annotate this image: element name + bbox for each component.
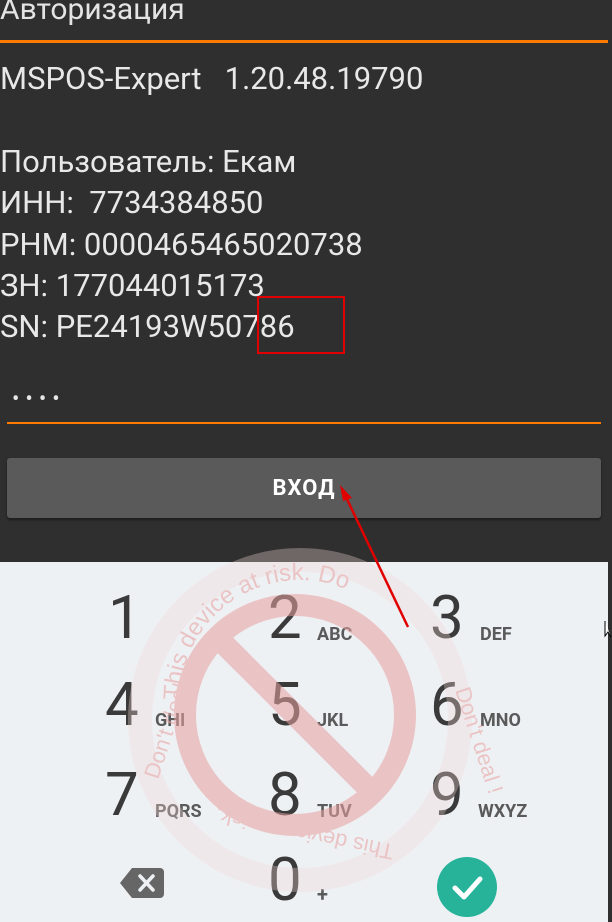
key-digit: 7 bbox=[105, 759, 139, 830]
key-digit: 0 bbox=[268, 844, 302, 915]
done-button[interactable] bbox=[430, 854, 506, 920]
key-letters: ABC bbox=[317, 624, 353, 645]
password-underline bbox=[7, 422, 601, 424]
checkmark-icon bbox=[437, 857, 497, 917]
key-6[interactable]: 6 MNO bbox=[390, 665, 560, 755]
key-letters: MNO bbox=[480, 710, 521, 731]
user-line: Пользователь: Екам bbox=[0, 143, 297, 180]
mouse-cursor-icon bbox=[604, 621, 612, 638]
key-letters: WXYZ bbox=[478, 801, 528, 822]
key-digit: 4 bbox=[105, 669, 139, 740]
version-line: MSPOS-Expert 1.20.48.19790 bbox=[0, 60, 424, 97]
key-digit: 5 bbox=[268, 669, 302, 740]
sn-highlight-box bbox=[257, 296, 345, 354]
inn-line: ИНН: 7734384850 bbox=[0, 184, 264, 221]
key-letters: JKL bbox=[317, 710, 349, 731]
key-4[interactable]: 4 GHI bbox=[60, 665, 220, 755]
key-7[interactable]: 7 PQRS bbox=[60, 757, 220, 847]
key-1[interactable]: 1 bbox=[60, 572, 220, 662]
key-digit: 2 bbox=[268, 582, 302, 653]
numeric-keypad: 1 2 ABC 3 DEF 4 GHI 5 JKL 6 MNO 7 PQRS 8… bbox=[0, 562, 608, 922]
key-letters: TUV bbox=[317, 801, 352, 822]
key-0[interactable]: 0 + bbox=[225, 850, 395, 922]
zn-line: ЗН: 177044015173 bbox=[0, 267, 265, 304]
sn-line: SN: PE24193W50786 bbox=[0, 308, 295, 345]
key-letters: DEF bbox=[480, 624, 512, 645]
rnm-line: РНМ: 0000465465020738 bbox=[0, 226, 363, 263]
key-digit: 8 bbox=[268, 759, 302, 830]
authorization-dialog: Авторизация MSPOS-Expert 1.20.48.19790 П… bbox=[0, 0, 612, 562]
dialog-title: Авторизация bbox=[0, 0, 185, 27]
key-8[interactable]: 8 TUV bbox=[225, 757, 395, 847]
key-5[interactable]: 5 JKL bbox=[225, 665, 395, 755]
login-button[interactable]: ВХОД bbox=[7, 458, 601, 518]
backspace-icon bbox=[120, 868, 164, 898]
key-2[interactable]: 2 ABC bbox=[225, 572, 395, 662]
title-divider bbox=[0, 40, 608, 43]
key-digit: 3 bbox=[430, 582, 464, 653]
key-letters: GHI bbox=[155, 710, 186, 731]
key-digit: 6 bbox=[430, 669, 464, 740]
key-letters: PQRS bbox=[155, 801, 202, 822]
key-digit: 9 bbox=[430, 759, 464, 830]
key-letters: + bbox=[317, 882, 328, 906]
key-digit: 1 bbox=[108, 582, 142, 653]
password-input[interactable]: •••• bbox=[12, 388, 66, 412]
backspace-key[interactable] bbox=[100, 852, 190, 922]
key-9[interactable]: 9 WXYZ bbox=[390, 757, 560, 847]
key-3[interactable]: 3 DEF bbox=[390, 572, 560, 662]
